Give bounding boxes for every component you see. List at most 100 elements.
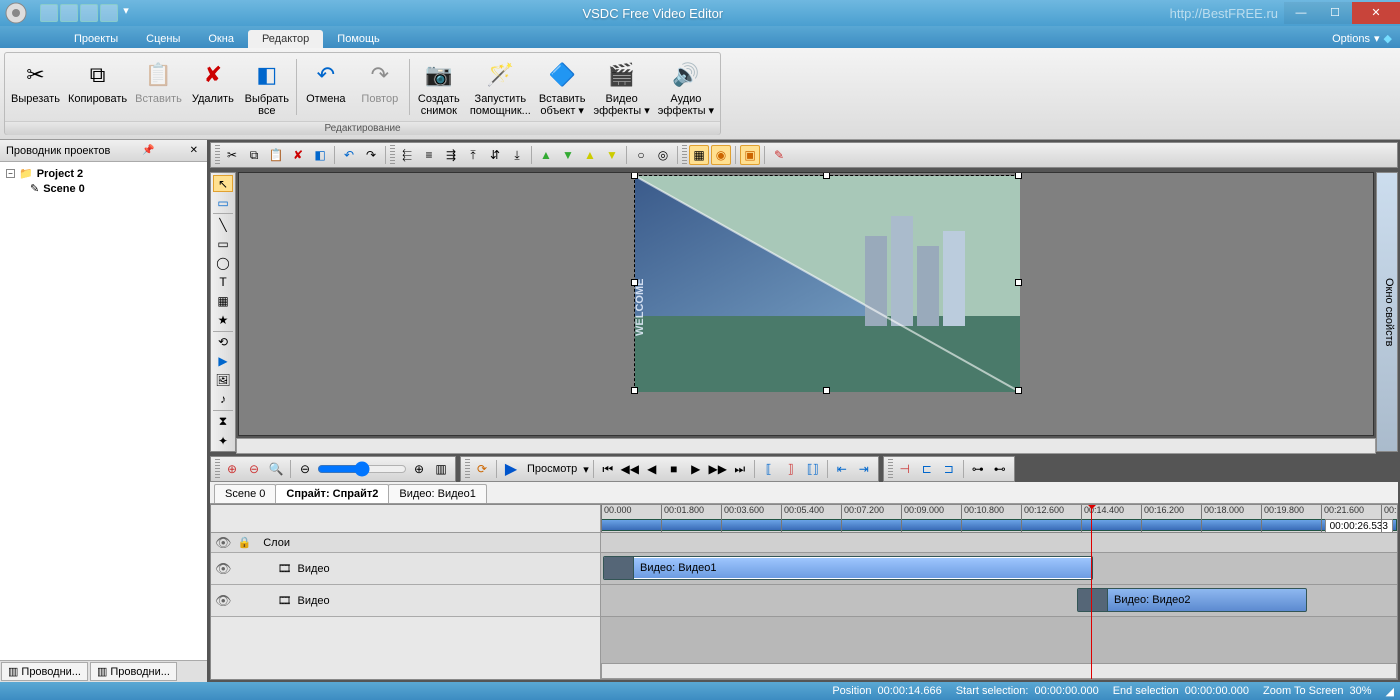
loop-icon[interactable]: ⟳ — [472, 459, 492, 479]
watermark-link[interactable]: http://BestFREE.ru — [1170, 6, 1284, 21]
close-panel-icon[interactable]: ✕ — [187, 145, 201, 156]
audio-effects-button[interactable]: 🔊Аудиоэффекты ▾ — [654, 55, 718, 119]
minimize-button[interactable]: — — [1284, 2, 1318, 24]
tool-rect2-icon[interactable]: ▭ — [213, 235, 233, 252]
range-icon[interactable]: ⟦⟧ — [803, 459, 823, 479]
tool-video-icon[interactable]: ▶ — [213, 353, 233, 370]
zoom-in-icon[interactable]: ⊕ — [222, 459, 242, 479]
tb-align-right-icon[interactable]: ⇶ — [441, 145, 461, 165]
cut-button[interactable]: ✂Вырезать — [7, 55, 64, 119]
tb-mode1-icon[interactable]: ▦ — [689, 145, 709, 165]
delete-button[interactable]: ✘Удалить — [186, 55, 240, 119]
tb-pencil-icon[interactable]: ✎ — [769, 145, 789, 165]
tab-editor[interactable]: Редактор — [248, 30, 323, 48]
redo-button[interactable]: ↷Повтор — [353, 55, 407, 119]
frame-fwd-icon[interactable]: ▶ — [686, 459, 706, 479]
trim-right-icon[interactable]: ⊐ — [939, 459, 959, 479]
trim-left-icon[interactable]: ⊏ — [917, 459, 937, 479]
tab-projects[interactable]: Проекты — [60, 30, 132, 48]
anchor-left-icon[interactable]: ⇤ — [832, 459, 852, 479]
tb-align-center-icon[interactable]: ≡ — [419, 145, 439, 165]
tb-redo-icon[interactable]: ↷ — [361, 145, 381, 165]
timeline-tracks[interactable]: 00:00:26.533 00.00000:01.80000:03.60000:… — [601, 505, 1397, 679]
explorer-tab-2[interactable]: ▥Проводни... — [90, 662, 177, 681]
playhead[interactable] — [1091, 505, 1092, 679]
copy-button[interactable]: ⧉Копировать — [64, 55, 131, 119]
unlink-icon[interactable]: ⊷ — [990, 459, 1010, 479]
tool-image-icon[interactable]: 🖼 — [213, 372, 233, 389]
tb-align-bot-icon[interactable]: ⤓ — [507, 145, 527, 165]
goto-start-icon[interactable]: ⏮ — [598, 459, 618, 479]
tool-line-icon[interactable]: ╲ — [213, 216, 233, 233]
tree-scene-node[interactable]: ✎ Scene 0 — [4, 181, 203, 196]
timeline-scrollbar-h[interactable] — [601, 663, 1397, 679]
tb-mode2-icon[interactable]: ◉ — [711, 145, 731, 165]
zoom-fit-icon[interactable]: 🔍 — [266, 459, 286, 479]
toolbar-grip[interactable] — [215, 459, 220, 479]
step-back-icon[interactable]: ◀◀ — [620, 459, 640, 479]
tb-copy-icon[interactable]: ⧉ — [244, 145, 264, 165]
tool-ellipse-icon[interactable]: ◯ — [213, 254, 233, 271]
toolbar-grip[interactable] — [390, 145, 395, 165]
tool-spray-icon[interactable]: ✦ — [213, 432, 233, 449]
stop-icon[interactable]: ■ — [664, 459, 684, 479]
help-icon[interactable]: ◆ — [1384, 32, 1392, 45]
toolbar-grip[interactable] — [888, 459, 893, 479]
collapse-icon[interactable]: − — [6, 169, 15, 178]
track-header-1[interactable]: 👁 🎞 Видео — [211, 553, 600, 585]
zoom-out-icon[interactable]: ⊖ — [244, 459, 264, 479]
video-effects-button[interactable]: 🎬Видеоэффекты ▾ — [589, 55, 653, 119]
preview-canvas[interactable]: WELCOME — [238, 172, 1374, 436]
explorer-tab-1[interactable]: ▥Проводни... — [1, 662, 88, 681]
tb-align-mid-icon[interactable]: ⇵ — [485, 145, 505, 165]
tl-tab-sprite[interactable]: Спрайт: Спрайт2 — [275, 484, 389, 503]
timeline-ruler[interactable]: 00:00:26.533 00.00000:01.80000:03.60000:… — [601, 505, 1397, 533]
toolbar-grip[interactable] — [215, 145, 220, 165]
tb-mode3-icon[interactable]: ▣ — [740, 145, 760, 165]
snapshot-button[interactable]: 📷Создатьснимок — [412, 55, 466, 119]
preview-label[interactable]: Просмотр — [523, 463, 581, 475]
properties-panel-tab[interactable]: Окно свойств — [1376, 172, 1398, 452]
tb-arrow-down2-icon[interactable]: ▼ — [602, 145, 622, 165]
tool-rotate-icon[interactable]: ⟲ — [213, 334, 233, 351]
tool-text-icon[interactable]: T — [213, 273, 233, 290]
qat-save-icon[interactable] — [80, 4, 98, 22]
select-all-button[interactable]: ◧Выбратьвсе — [240, 55, 294, 119]
play-icon[interactable]: ▶ — [501, 459, 521, 479]
bracket-out-icon[interactable]: ⟧ — [781, 459, 801, 479]
anchor-right-icon[interactable]: ⇥ — [854, 459, 874, 479]
split-icon[interactable]: ⊣ — [895, 459, 915, 479]
tb-delete-icon[interactable]: ✘ — [288, 145, 308, 165]
tl-tab-video[interactable]: Видео: Видео1 — [388, 484, 487, 503]
insert-object-button[interactable]: 🔷Вставитьобъект ▾ — [535, 55, 590, 119]
tb-cut-icon[interactable]: ✂ — [222, 145, 242, 165]
paste-button[interactable]: 📋Вставить — [131, 55, 186, 119]
resize-grip-icon[interactable]: ◢ — [1386, 685, 1394, 698]
track-header-2[interactable]: 👁 🎞 Видео — [211, 585, 600, 617]
undo-button[interactable]: ↶Отмена — [299, 55, 353, 119]
pin-icon[interactable]: 📌 — [139, 145, 157, 156]
zoom-slider[interactable] — [317, 461, 407, 477]
step-fwd-icon[interactable]: ▶▶ — [708, 459, 728, 479]
tb-arrow-up2-icon[interactable]: ▲ — [580, 145, 600, 165]
canvas-scrollbar-h[interactable] — [236, 438, 1376, 454]
timeline-track-row-1[interactable]: Видео: Видео1 — [601, 553, 1397, 585]
tool-chart-icon[interactable]: ▦ — [213, 293, 233, 310]
chevron-down-icon[interactable]: ▾ — [583, 463, 589, 476]
qat-new-icon[interactable] — [40, 4, 58, 22]
tree-project-node[interactable]: − 📁 Project 2 — [4, 166, 203, 181]
eye-icon[interactable]: 👁 — [215, 593, 232, 609]
tb-select-icon[interactable]: ◧ — [310, 145, 330, 165]
tool-rect-icon[interactable]: ▭ — [213, 194, 233, 211]
tab-scenes[interactable]: Сцены — [132, 30, 194, 48]
eye-icon[interactable]: 👁 — [215, 561, 232, 577]
qat-open-icon[interactable] — [60, 4, 78, 22]
eye-column-icon[interactable]: 👁 — [215, 535, 232, 551]
toolbar-grip[interactable] — [682, 145, 687, 165]
tb-align-top-icon[interactable]: ⤒ — [463, 145, 483, 165]
bracket-in-icon[interactable]: ⟦ — [759, 459, 779, 479]
frame-back-icon[interactable]: ◀ — [642, 459, 662, 479]
tb-circle2-icon[interactable]: ◎ — [653, 145, 673, 165]
qat-dropdown-icon[interactable]: ▾ — [120, 4, 132, 22]
maximize-button[interactable]: ☐ — [1318, 2, 1352, 24]
